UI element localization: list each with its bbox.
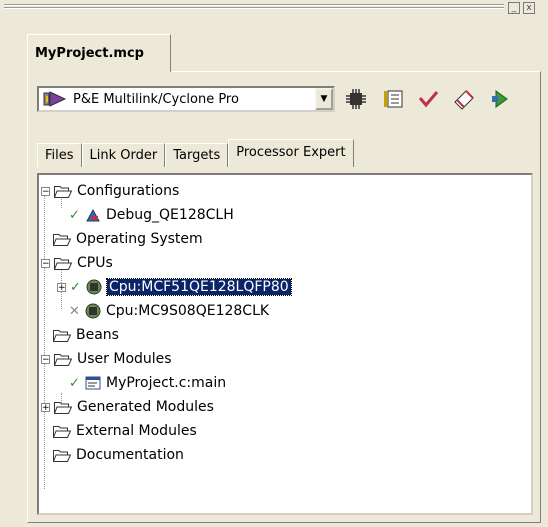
tree-node-cpus[interactable]: − CPUs (41, 251, 113, 275)
folder-open-icon (53, 185, 73, 198)
tab-files[interactable]: Files (37, 143, 82, 167)
tree-node-main-module[interactable]: ✓ MyProject.c:main (69, 371, 226, 395)
tree-node-label: External Modules (76, 423, 197, 439)
tree-node-label: Cpu:MC9S08QE128CLK (106, 303, 270, 319)
tree-node-documentation[interactable]: Documentation (52, 443, 184, 467)
checkmark-icon: ✓ (69, 207, 80, 223)
folder-open-icon (52, 233, 72, 246)
debug-icon[interactable] (451, 87, 477, 111)
processor-expert-tree[interactable]: − Configurations ✓ Debug_QE128CLH Operat… (37, 173, 533, 515)
tree-node-label: CPUs (77, 255, 113, 271)
project-panel: P&E Multilink/Cyclone Pro ▼ Files Link O… (27, 71, 541, 523)
project-tab[interactable]: MyProject.mcp (27, 34, 171, 72)
tree-node-external-modules[interactable]: External Modules (52, 419, 197, 443)
tree-node-label: Operating System (76, 231, 203, 247)
tree-node-beans[interactable]: Beans (52, 323, 119, 347)
panel-tabs: Files Link Order Targets Processor Exper… (37, 139, 354, 167)
source-module-icon (85, 375, 101, 391)
collapse-icon[interactable]: − (41, 186, 50, 196)
tree-node-cpu-mc9s08[interactable]: ✕ Cpu:MC9S08QE128CLK (69, 299, 269, 323)
checkmark-icon: ✓ (69, 375, 80, 391)
minimize-button[interactable]: _ (508, 2, 520, 14)
tree-node-label: Debug_QE128CLH (106, 207, 234, 223)
collapse-icon[interactable]: − (41, 258, 50, 268)
make-icon[interactable] (380, 87, 406, 111)
configuration-icon (85, 207, 101, 223)
chevron-down-icon: ▼ (320, 94, 328, 104)
folder-open-icon (53, 257, 73, 270)
tree-node-user-modules[interactable]: − User Modules (41, 347, 172, 371)
project-tab-label: MyProject.mcp (35, 46, 144, 61)
cpu-icon (86, 279, 102, 295)
folder-open-icon (52, 449, 72, 462)
tree-node-operating-system[interactable]: Operating System (52, 227, 203, 251)
multilink-icon (43, 90, 67, 108)
checkmark-icon: ✓ (70, 279, 81, 295)
folder-open-icon (53, 353, 73, 366)
close-button[interactable]: x (523, 2, 535, 14)
folder-open-icon (52, 425, 72, 438)
folder-open-icon (53, 401, 73, 414)
check-icon[interactable] (415, 87, 441, 111)
run-icon[interactable] (488, 87, 514, 111)
tree-node-configurations[interactable]: − Configurations (41, 179, 179, 203)
target-select-value: P&E Multilink/Cyclone Pro (73, 91, 239, 107)
tree-node-debug-config[interactable]: ✓ Debug_QE128CLH (69, 203, 234, 227)
expand-icon[interactable]: + (41, 402, 50, 412)
tree-node-generated-modules[interactable]: + Generated Modules (41, 395, 214, 419)
tree-node-label: Cpu:MCF51QE128LQFP80 (106, 278, 292, 296)
folder-open-icon (52, 329, 72, 342)
target-select[interactable]: P&E Multilink/Cyclone Pro ▼ (37, 86, 335, 112)
chip-settings-icon[interactable] (343, 87, 369, 111)
tree-node-label: Configurations (77, 183, 180, 199)
dropdown-arrow-button[interactable]: ▼ (315, 88, 333, 110)
tree-node-label: Beans (76, 327, 119, 343)
collapse-icon[interactable]: − (41, 354, 50, 364)
tab-targets[interactable]: Targets (165, 143, 229, 167)
tab-link-order[interactable]: Link Order (81, 143, 166, 167)
cpu-icon (85, 303, 101, 319)
window-title-bar: _ x (0, 0, 548, 26)
tree-node-label: Documentation (76, 447, 184, 463)
tree-node-cpu-mcf51[interactable]: + ✓ Cpu:MCF51QE128LQFP80 (57, 275, 292, 299)
toolbar-grip[interactable] (4, 4, 504, 10)
tree-connector (44, 191, 45, 489)
tab-processor-expert[interactable]: Processor Expert (228, 139, 354, 167)
disabled-x-icon: ✕ (69, 303, 80, 319)
tree-node-label: MyProject.c:main (106, 375, 227, 391)
tree-node-label: Generated Modules (77, 399, 214, 415)
tree-node-label: User Modules (77, 351, 172, 367)
expand-icon[interactable]: + (57, 282, 66, 292)
